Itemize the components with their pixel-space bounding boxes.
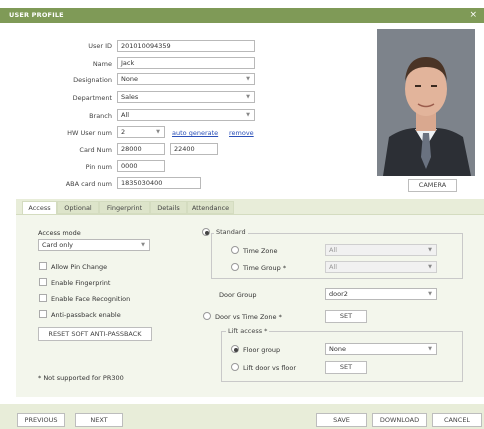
enable-fingerprint-label: Enable Fingerprint [51,279,111,287]
card-num-field-2[interactable]: 22400 [170,143,218,155]
name-label: Name [92,60,112,68]
set-door-vs-time-zone-button[interactable]: SET [325,310,367,323]
pin-num-label: Pin num [85,163,112,171]
auto-generate-link[interactable]: auto generate [172,129,218,137]
chevron-down-icon: ▼ [246,76,250,82]
tab-attendance[interactable]: Attendance [187,201,234,214]
branch-select[interactable]: All ▼ [117,109,255,121]
door-group-label: Door Group [219,291,257,299]
save-button[interactable]: SAVE [316,413,367,427]
tab-access[interactable]: Access [22,201,57,215]
chevron-down-icon: ▼ [428,247,432,253]
lift-door-radio[interactable] [231,363,239,371]
allow-pin-change-checkbox[interactable] [39,262,47,270]
card-num-label: Card Num [79,146,112,154]
avatar [377,29,475,176]
door-group-value: door2 [329,290,348,298]
download-button[interactable]: DOWNLOAD [372,413,427,427]
standard-label: Standard [214,228,248,236]
allow-pin-change-label: Allow Pin Change [51,263,108,271]
time-zone-label: Time Zone [243,247,278,255]
user-id-label: User ID [88,42,112,50]
anti-passback-label: Anti-passback enable [51,311,121,319]
time-group-label: Time Group * [243,264,287,272]
access-mode-label: Access mode [38,229,81,237]
window-title: USER PROFILE [9,11,64,19]
lift-access-label: Lift access * [226,327,270,335]
card-num-field-1[interactable]: 28000 [117,143,165,155]
tab-optional[interactable]: Optional [57,201,99,214]
lift-door-label: Lift door vs floor [243,364,297,372]
time-group-select[interactable]: All ▼ [325,261,437,273]
anti-passback-checkbox[interactable] [39,310,47,318]
floor-group-label: Floor group [243,346,281,354]
chevron-down-icon: ▼ [428,291,432,297]
designation-label: Designation [73,76,112,84]
standard-radio[interactable] [202,228,210,236]
user-photo [377,29,475,176]
reset-anti-passback-button[interactable]: RESET SOFT ANTI-PASSBACK [38,327,152,341]
department-select[interactable]: Sales ▼ [117,91,255,103]
chevron-down-icon: ▼ [156,129,160,135]
close-icon[interactable]: × [469,10,477,20]
time-zone-value: All [329,246,338,254]
hw-user-num-label: HW User num [67,129,112,137]
enable-face-checkbox[interactable] [39,294,47,302]
hw-user-num-value: 2 [121,128,126,136]
floor-group-value: None [329,345,346,353]
hw-user-num-select[interactable]: 2 ▼ [117,126,165,138]
door-vs-time-zone-label: Door vs Time Zone * [215,313,282,321]
pr300-note: * Not supported for PR300 [38,374,124,382]
aba-card-num-field[interactable]: 1835030400 [117,177,201,189]
door-group-select[interactable]: door2 ▼ [325,288,437,300]
chevron-down-icon: ▼ [246,112,250,118]
floor-group-radio[interactable] [231,345,239,353]
cancel-button[interactable]: CANCEL [432,413,482,427]
lift-access-fieldset [221,331,463,382]
department-value: Sales [121,93,139,101]
user-id-field[interactable]: 201010094359 [117,40,255,52]
aba-card-num-label: ABA card num [65,180,112,188]
tab-details[interactable]: Details [150,201,187,214]
chevron-down-icon: ▼ [428,346,432,352]
time-group-value: All [329,263,338,271]
floor-group-select[interactable]: None ▼ [325,343,437,355]
door-vs-time-zone-radio[interactable] [203,312,211,320]
time-zone-radio[interactable] [231,246,239,254]
name-field[interactable]: Jack [117,57,255,69]
next-button[interactable]: NEXT [75,413,123,427]
department-label: Department [72,94,112,102]
tab-fingerprint[interactable]: Fingerprint [99,201,150,214]
branch-label: Branch [89,112,112,120]
designation-value: None [121,75,138,83]
pin-num-field[interactable]: 0000 [117,160,165,172]
time-group-radio[interactable] [231,263,239,271]
set-lift-door-button[interactable]: SET [325,361,367,374]
title-bar: USER PROFILE × [0,8,484,23]
enable-face-label: Enable Face Recognition [51,295,131,303]
designation-select[interactable]: None ▼ [117,73,255,85]
enable-fingerprint-checkbox[interactable] [39,278,47,286]
access-mode-select[interactable]: Card only ▼ [38,239,150,251]
camera-button[interactable]: CAMERA [408,179,457,192]
chevron-down-icon: ▼ [428,264,432,270]
time-zone-select[interactable]: All ▼ [325,244,437,256]
branch-value: All [121,111,130,119]
chevron-down-icon: ▼ [141,242,145,248]
chevron-down-icon: ▼ [246,94,250,100]
remove-link[interactable]: remove [229,129,254,137]
previous-button[interactable]: PREVIOUS [17,413,65,427]
access-mode-value: Card only [42,241,74,249]
